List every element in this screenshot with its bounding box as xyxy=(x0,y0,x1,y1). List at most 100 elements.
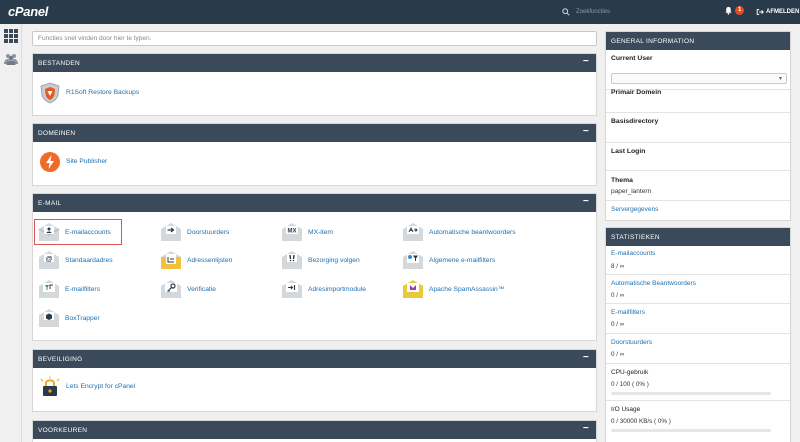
item-email-accounts[interactable]: E-mailaccounts xyxy=(38,222,111,242)
item-label: Automatische beantwoorders xyxy=(429,228,516,236)
divider xyxy=(606,112,792,113)
item-label: Doorstuurders xyxy=(187,228,230,236)
item-default-address[interactable]: @ Standaardadres xyxy=(38,250,113,270)
item-mailing-lists[interactable]: Adressenlijsten xyxy=(160,250,232,270)
panel-domeinen-header[interactable]: DOMEINEN − xyxy=(33,124,596,142)
divider xyxy=(606,274,792,275)
item-forwarders[interactable]: Doorstuurders xyxy=(160,222,229,242)
item-mx-entry[interactable]: MX MX-item xyxy=(281,222,333,242)
svg-text:@: @ xyxy=(46,256,53,263)
email-account-icon xyxy=(38,222,60,242)
top-search-placeholder: Zoekfuncties xyxy=(576,9,611,15)
cpu-usage-bar xyxy=(611,392,771,395)
divider xyxy=(606,170,792,171)
top-navbar: cPanel Zoekfuncties 1 AFMELDEN xyxy=(0,0,800,24)
panel-beveiliging: BEVEILIGING − Lets Encrypt for cPanel xyxy=(32,349,597,412)
panel-voorkeuren: VOORKEUREN − xyxy=(32,420,597,442)
stat-autoresponders-link[interactable]: Automatische Beantwoorders xyxy=(611,280,696,287)
general-information-panel: GENERAL INFORMATION Current User ▾ Prima… xyxy=(605,31,792,221)
panel-beveiliging-header[interactable]: BEVEILIGING − xyxy=(33,350,596,368)
divider xyxy=(606,303,792,304)
item-boxtrapper[interactable]: BoxTrapper xyxy=(38,308,100,328)
panel-title: VOORKEUREN xyxy=(38,427,88,434)
mx-icon: MX xyxy=(281,222,303,242)
global-filter-icon xyxy=(402,250,424,270)
logout-icon xyxy=(756,9,764,15)
svg-text:MX: MX xyxy=(288,229,297,235)
statistics-header: STATISTIEKEN xyxy=(606,228,790,246)
panel-title: BESTANDEN xyxy=(38,60,80,67)
item-label: BoxTrapper xyxy=(65,314,100,322)
item-label: Adresimportmodule xyxy=(308,285,366,293)
collapse-toggle-icon[interactable]: − xyxy=(583,197,589,207)
home-grid-button[interactable] xyxy=(4,29,18,43)
email-filter-icon xyxy=(38,279,60,299)
item-label: E-mailaccounts xyxy=(65,228,111,236)
stat-email-filters-value: 0 / ∞ xyxy=(611,321,625,328)
divider xyxy=(606,400,792,401)
panel-bestanden: BESTANDEN − R1Soft Restore Backups xyxy=(32,53,597,116)
stat-autoresponders-value: 0 / ∞ xyxy=(611,292,625,299)
item-label: Algemene e-mailfilters xyxy=(429,256,496,264)
users-button[interactable] xyxy=(4,52,18,66)
collapse-toggle-icon[interactable]: − xyxy=(583,424,589,434)
stat-cpu-label: CPU-gebruik xyxy=(611,369,649,376)
top-search[interactable]: Zoekfuncties xyxy=(562,6,610,18)
item-track-delivery[interactable]: Bezorging volgen xyxy=(281,250,360,270)
left-rail xyxy=(0,24,22,442)
panel-voorkeuren-header[interactable]: VOORKEUREN − xyxy=(33,421,596,439)
item-label: Site Publisher xyxy=(66,157,108,165)
item-autoresponders[interactable]: Automatische beantwoorders xyxy=(402,222,516,242)
item-label: Adressenlijsten xyxy=(187,256,233,264)
item-label: MX-item xyxy=(308,228,333,236)
cpanel-logo[interactable]: cPanel xyxy=(8,4,48,19)
stat-io-value: 0 / 30000 KB/s ( 0% ) xyxy=(611,418,671,425)
divider xyxy=(606,142,792,143)
current-user-label: Current User xyxy=(611,55,653,62)
item-label: R1Soft Restore Backups xyxy=(66,88,140,96)
stat-forwarders-value: 0 / ∞ xyxy=(611,351,625,358)
panel-email-header[interactable]: E-MAIL − xyxy=(33,194,596,212)
divider xyxy=(606,200,792,201)
last-login-label: Last Login xyxy=(611,148,646,155)
item-label: Standaardadres xyxy=(65,256,113,264)
home-directory-label: Basisdirectory xyxy=(611,118,659,125)
stat-email-filters-link[interactable]: E-mailfilters xyxy=(611,309,645,316)
item-apache-spamassassin[interactable]: Apache SpamAssassin™ xyxy=(402,279,504,299)
item-global-email-filters[interactable]: Algemene e-mailfilters xyxy=(402,250,495,270)
io-usage-bar xyxy=(611,429,771,432)
track-delivery-icon xyxy=(281,250,303,270)
item-address-importer[interactable]: Adresimportmodule xyxy=(281,279,366,299)
logout-button[interactable]: AFMELDEN xyxy=(756,8,799,16)
function-search-input[interactable]: Functies snel vinden door hier te typen. xyxy=(32,31,597,46)
item-r1soft-restore-backups[interactable]: R1Soft Restore Backups xyxy=(39,82,140,104)
collapse-toggle-icon[interactable]: − xyxy=(583,353,589,363)
item-email-filters[interactable]: E-mailfilters xyxy=(38,279,100,299)
mailing-list-icon xyxy=(160,250,182,270)
stat-forwarders-link[interactable]: Doorstuurders xyxy=(611,339,652,346)
stat-email-accounts-link[interactable]: E-mailaccounts xyxy=(611,250,655,257)
item-label: Lets Encrypt for cPanel xyxy=(66,382,136,390)
current-user-select[interactable]: ▾ xyxy=(611,73,787,84)
item-site-publisher[interactable]: Site Publisher xyxy=(39,151,108,172)
users-icon xyxy=(4,54,18,65)
item-lets-encrypt[interactable]: Lets Encrypt for cPanel xyxy=(39,376,135,396)
item-label: Verificatie xyxy=(187,285,216,293)
function-search-placeholder: Functies snel vinden door hier te typen. xyxy=(38,35,152,42)
collapse-toggle-icon[interactable]: − xyxy=(583,57,589,67)
item-label: Bezorging volgen xyxy=(308,256,360,264)
stat-cpu-value: 0 / 100 ( 0% ) xyxy=(611,381,649,388)
boxtrapper-icon xyxy=(38,308,60,328)
item-authentication[interactable]: Verificatie xyxy=(160,279,216,299)
search-icon xyxy=(562,8,570,16)
divider xyxy=(606,333,792,334)
notifications-button[interactable]: 1 xyxy=(724,6,745,15)
notification-badge: 1 xyxy=(735,6,745,15)
collapse-toggle-icon[interactable]: − xyxy=(583,127,589,137)
server-info-link[interactable]: Servergegevens xyxy=(611,206,658,213)
primary-domain-label: Primair Domein xyxy=(611,89,662,96)
item-label: Apache SpamAssassin™ xyxy=(429,285,505,293)
site-publisher-icon xyxy=(39,151,61,172)
default-address-icon: @ xyxy=(38,250,60,270)
panel-bestanden-header[interactable]: BESTANDEN − xyxy=(33,54,596,72)
